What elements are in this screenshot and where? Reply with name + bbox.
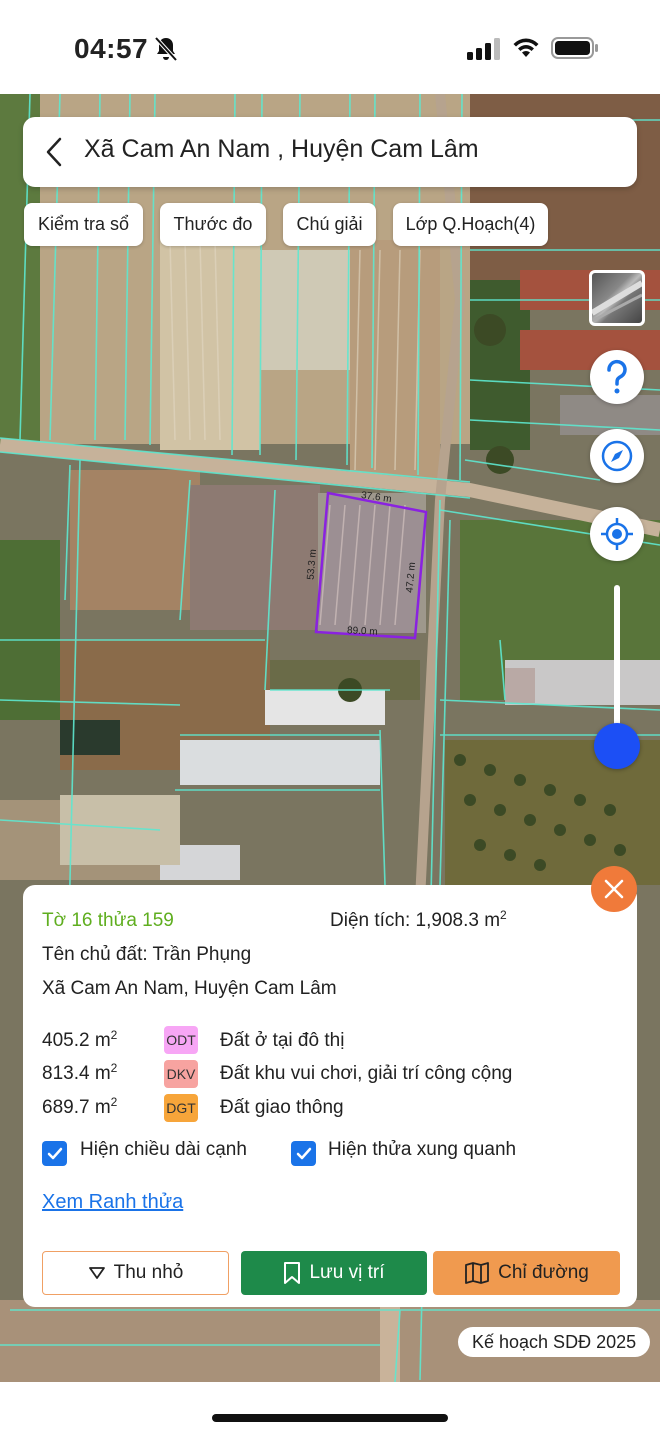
zoom-slider-track[interactable] (614, 585, 620, 745)
land-use-description: Đất khu vui chơi, giải trí công cộng (220, 1063, 513, 1084)
close-panel-button[interactable] (591, 866, 637, 912)
help-button[interactable] (590, 350, 644, 404)
show-edge-lengths-label[interactable]: Hiện chiều dài cạnh (80, 1139, 247, 1161)
zoom-slider-handle[interactable] (594, 723, 640, 769)
question-mark-icon (607, 359, 627, 394)
chip-planning-layers[interactable]: Lớp Q.Hoạch(4) (393, 203, 548, 246)
battery-icon (551, 37, 598, 59)
save-location-label: Lưu vị trí (309, 1262, 385, 1283)
cellular-signal-icon (467, 38, 500, 60)
land-use-code-badge: DKV (164, 1060, 198, 1088)
locate-me-button[interactable] (590, 507, 644, 561)
parcel-area: Diện tích: 1,908.3 m2 (330, 908, 507, 931)
show-edge-lengths-checkbox[interactable] (42, 1141, 67, 1166)
bottom-safe-area (0, 1382, 660, 1434)
land-use-plan-label[interactable]: Kế hoạch SDĐ 2025 (458, 1327, 651, 1357)
checkmark-icon (47, 1147, 62, 1159)
parcel-id: Tờ 16 thửa 159 (42, 910, 174, 931)
bookmark-icon (284, 1262, 301, 1284)
land-use-code-badge: DGT (164, 1094, 198, 1122)
land-use-area: 689.7 m2 (42, 1095, 118, 1118)
land-use-area: 813.4 m2 (42, 1061, 118, 1084)
back-chevron-icon[interactable] (40, 135, 70, 169)
owner-name: Tên chủ đất: Trần Phụng (42, 944, 252, 965)
triangle-down-icon (88, 1267, 105, 1279)
map-layer-toggle[interactable] (589, 270, 645, 326)
parcel-address: Xã Cam An Nam, Huyện Cam Lâm (42, 978, 337, 999)
land-use-area: 405.2 m2 (42, 1028, 118, 1051)
crosshair-location-icon (601, 518, 633, 550)
show-neighbors-checkbox[interactable] (291, 1141, 316, 1166)
status-time: 04:57 (74, 33, 149, 64)
show-neighbors-label[interactable]: Hiện thửa xung quanh (328, 1139, 516, 1161)
land-use-description: Đất giao thông (220, 1097, 344, 1118)
home-indicator[interactable] (212, 1414, 448, 1422)
location-title: Xã Cam An Nam , Huyện Cam Lâm (84, 135, 479, 163)
collapse-button[interactable]: Thu nhỏ (42, 1251, 229, 1295)
compass-icon (601, 440, 633, 472)
collapse-button-label: Thu nhỏ (113, 1262, 184, 1283)
directions-label: Chỉ đường (498, 1262, 589, 1283)
satellite-thumbnail-icon (592, 280, 642, 323)
chip-ruler[interactable]: Thước đo (160, 203, 266, 246)
view-boundary-link[interactable]: Xem Ranh thửa (42, 1191, 183, 1214)
compass-button[interactable] (590, 429, 644, 483)
map-icon (465, 1262, 490, 1284)
bell-off-icon (154, 36, 178, 62)
edge-label-bottom: 89.0 m (346, 625, 378, 638)
close-icon (604, 879, 624, 899)
save-location-button[interactable]: Lưu vị trí (241, 1251, 427, 1295)
chip-check-book[interactable]: Kiểm tra sổ (24, 203, 143, 246)
chip-legend[interactable]: Chú giải (283, 203, 376, 246)
land-use-description: Đất ở tại đô thị (220, 1030, 345, 1051)
checkmark-icon (296, 1147, 311, 1159)
directions-button[interactable]: Chỉ đường (433, 1251, 620, 1295)
wifi-icon (513, 38, 539, 57)
land-use-code-badge: ODT (164, 1026, 198, 1054)
